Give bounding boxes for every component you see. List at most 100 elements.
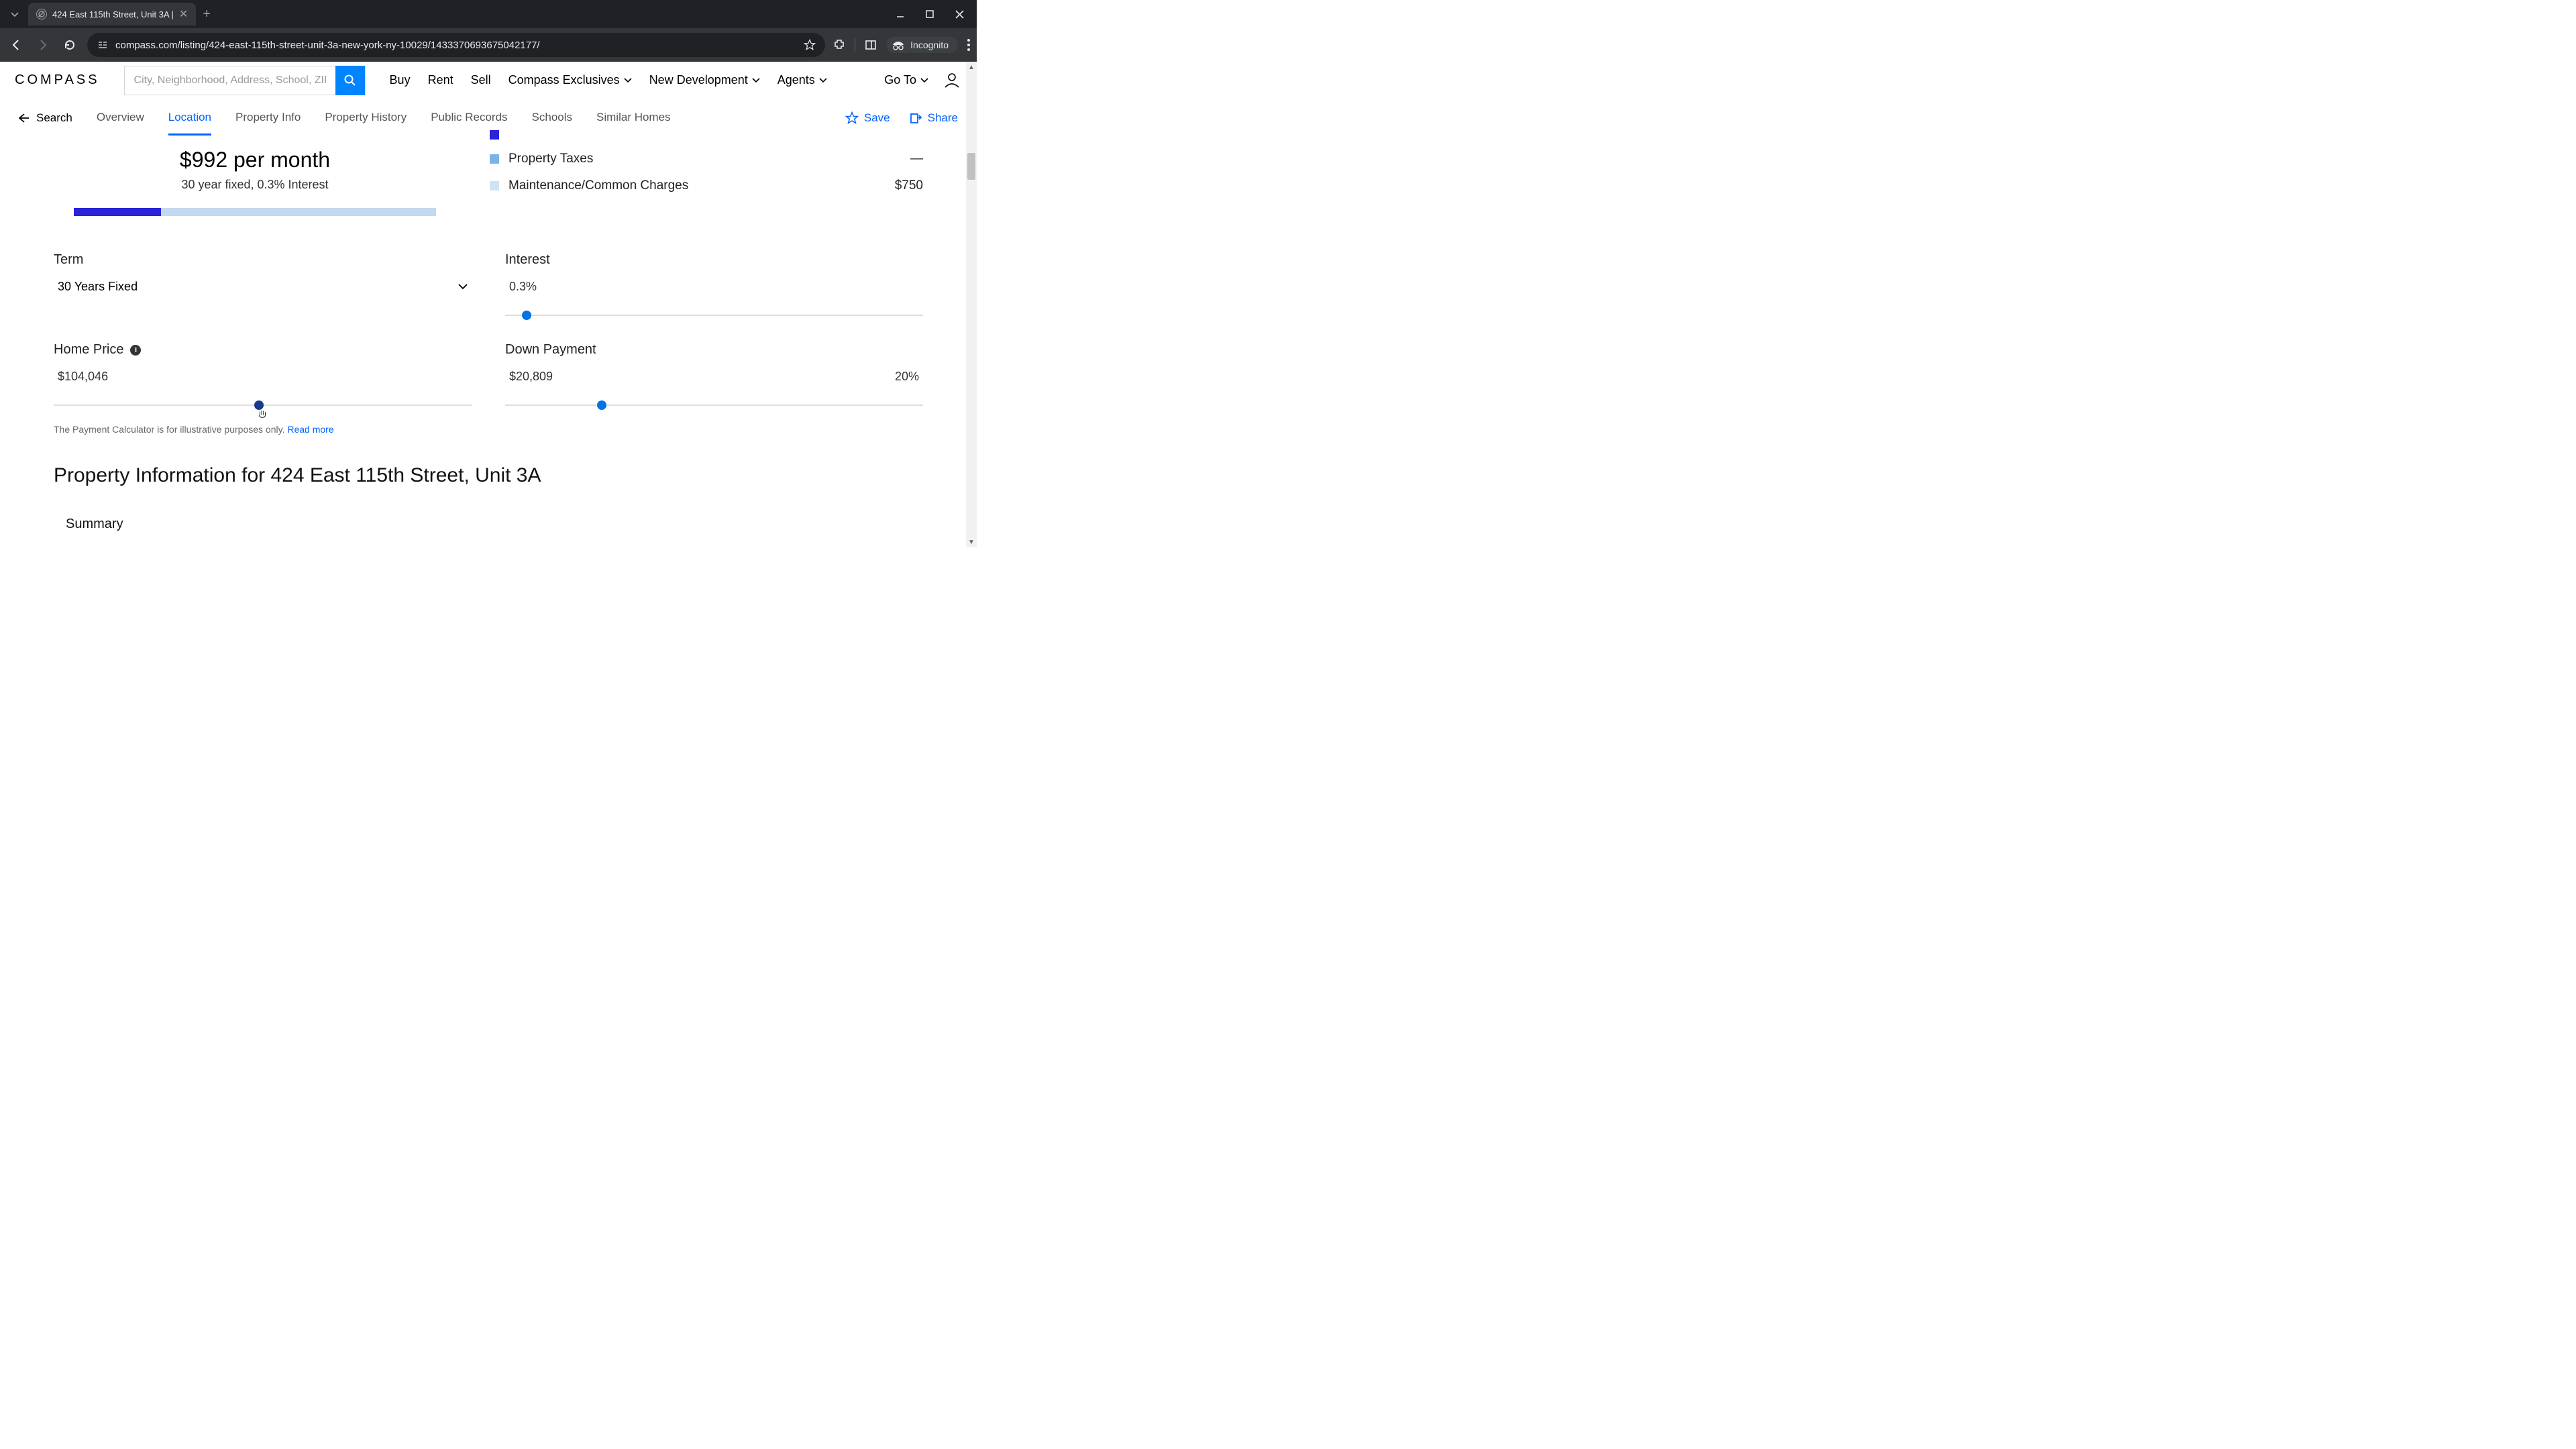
home-price-label-text: Home Price xyxy=(54,342,123,358)
nav-exclusives-label: Compass Exclusives xyxy=(508,73,620,87)
tab-favicon xyxy=(36,9,47,19)
nav-new-dev-label: New Development xyxy=(649,73,748,87)
interest-label: Interest xyxy=(505,252,923,268)
back-to-search[interactable]: Search xyxy=(19,111,72,125)
down-payment-label: Down Payment xyxy=(505,342,923,358)
side-panel-icon[interactable] xyxy=(865,39,877,51)
nav-exclusives[interactable]: Compass Exclusives xyxy=(508,73,632,87)
window-minimize-button[interactable] xyxy=(894,7,907,21)
grab-cursor-icon xyxy=(257,409,268,419)
address-bar[interactable]: compass.com/listing/424-east-115th-stree… xyxy=(87,33,825,57)
incognito-label: Incognito xyxy=(910,40,949,50)
incognito-icon xyxy=(892,40,905,50)
slider-thumb[interactable] xyxy=(254,400,264,410)
tab-search-dropdown[interactable] xyxy=(5,5,24,23)
share-icon xyxy=(909,111,922,125)
subnav-location[interactable]: Location xyxy=(168,111,211,136)
bar-other-segment xyxy=(161,208,436,216)
subnav-schools[interactable]: Schools xyxy=(532,111,572,125)
scroll-down-icon[interactable]: ▼ xyxy=(966,537,977,547)
back-label: Search xyxy=(36,111,72,125)
incognito-badge[interactable]: Incognito xyxy=(886,37,958,53)
scroll-up-icon[interactable]: ▲ xyxy=(966,62,977,72)
summary-label: Summary xyxy=(54,517,923,532)
nav-agents[interactable]: Agents xyxy=(777,73,827,87)
star-icon xyxy=(845,111,859,125)
chevron-down-icon xyxy=(458,284,468,290)
monthly-payment: $992 per month xyxy=(54,148,456,172)
browser-tab[interactable]: 424 East 115th Street, Unit 3A | ✕ xyxy=(28,3,196,25)
nav-goto-label: Go To xyxy=(884,73,916,87)
legend-property-taxes: Property Taxes — xyxy=(490,152,923,166)
home-price-slider[interactable] xyxy=(54,398,472,412)
site-header: COMPASS Buy Rent Sell Compass Exclusives… xyxy=(0,62,977,99)
nav-buy[interactable]: Buy xyxy=(390,73,411,87)
slider-thumb[interactable] xyxy=(522,311,531,320)
bar-principal-segment xyxy=(74,208,161,216)
nav-rent[interactable]: Rent xyxy=(428,73,453,87)
down-payment-input[interactable]: $20,809 xyxy=(505,363,557,390)
legend-principal-interest-clipped: Principal and Interest $242 xyxy=(490,130,923,140)
share-label: Share xyxy=(928,111,958,125)
site-info-icon[interactable] xyxy=(97,39,109,51)
slider-thumb[interactable] xyxy=(597,400,606,410)
interest-slider[interactable] xyxy=(505,309,923,322)
search-box xyxy=(124,66,366,95)
subnav-property-history[interactable]: Property History xyxy=(325,111,407,125)
slider-track xyxy=(505,315,923,316)
down-payment-pct-input[interactable]: 20% xyxy=(891,363,923,390)
nav-goto[interactable]: Go To xyxy=(884,73,928,87)
chevron-down-icon xyxy=(920,78,928,83)
window-maximize-button[interactable] xyxy=(923,7,936,21)
legend-maint-value: $750 xyxy=(895,178,923,193)
search-input[interactable] xyxy=(125,74,335,87)
compass-logo[interactable]: COMPASS xyxy=(15,72,100,88)
chevron-down-icon xyxy=(819,78,827,83)
legend-maintenance: Maintenance/Common Charges $750 xyxy=(490,178,923,193)
share-button[interactable]: Share xyxy=(909,111,958,125)
forward-button[interactable] xyxy=(34,36,52,54)
nav-new-development[interactable]: New Development xyxy=(649,73,760,87)
interest-input[interactable]: 0.3% xyxy=(505,273,923,301)
save-label: Save xyxy=(864,111,890,125)
save-button[interactable]: Save xyxy=(845,111,890,125)
reload-button[interactable] xyxy=(60,36,79,54)
subnav-property-info[interactable]: Property Info xyxy=(235,111,301,125)
subnav-similar-homes[interactable]: Similar Homes xyxy=(596,111,671,125)
new-tab-button[interactable]: + xyxy=(196,7,217,22)
subnav-overview[interactable]: Overview xyxy=(97,111,144,125)
subnav-public-records[interactable]: Public Records xyxy=(431,111,507,125)
term-label: Term xyxy=(54,252,472,268)
tab-title: 424 East 115th Street, Unit 3A | xyxy=(52,9,174,19)
page-scrollbar[interactable]: ▲ ▼ xyxy=(966,62,977,547)
tab-close-icon[interactable]: ✕ xyxy=(179,7,188,21)
legend-maint-label: Maintenance/Common Charges xyxy=(508,178,688,193)
chevron-down-icon xyxy=(10,9,19,19)
window-close-button[interactable] xyxy=(953,7,966,21)
read-more-link[interactable]: Read more xyxy=(287,424,333,435)
term-value: 30 Years Fixed xyxy=(58,280,138,294)
chevron-down-icon xyxy=(752,78,760,83)
browser-menu-icon[interactable] xyxy=(967,39,970,51)
search-button[interactable] xyxy=(335,66,365,95)
payment-breakdown-bar xyxy=(74,208,436,216)
browser-toolbar: compass.com/listing/424-east-115th-stree… xyxy=(0,28,977,62)
down-payment-slider[interactable] xyxy=(505,398,923,412)
extensions-icon[interactable] xyxy=(833,39,845,51)
swatch-principal-icon xyxy=(490,130,499,140)
nav-agents-label: Agents xyxy=(777,73,815,87)
url-text: compass.com/listing/424-east-115th-stree… xyxy=(115,40,540,51)
info-icon[interactable]: i xyxy=(130,345,141,356)
nav-sell[interactable]: Sell xyxy=(471,73,491,87)
term-select[interactable]: 30 Years Fixed xyxy=(54,273,472,301)
disclaimer-text: The Payment Calculator is for illustrati… xyxy=(54,424,287,435)
property-info-heading: Property Information for 424 East 115th … xyxy=(54,464,923,487)
calculator-disclaimer: The Payment Calculator is for illustrati… xyxy=(54,424,923,435)
bookmark-icon[interactable] xyxy=(804,39,816,51)
home-price-input[interactable]: $104,046 xyxy=(54,363,472,390)
profile-icon[interactable] xyxy=(943,71,962,90)
scroll-thumb[interactable] xyxy=(967,153,975,180)
back-button[interactable] xyxy=(7,36,25,54)
search-icon xyxy=(344,74,356,87)
payment-subtitle: 30 year fixed, 0.3% Interest xyxy=(54,178,456,192)
